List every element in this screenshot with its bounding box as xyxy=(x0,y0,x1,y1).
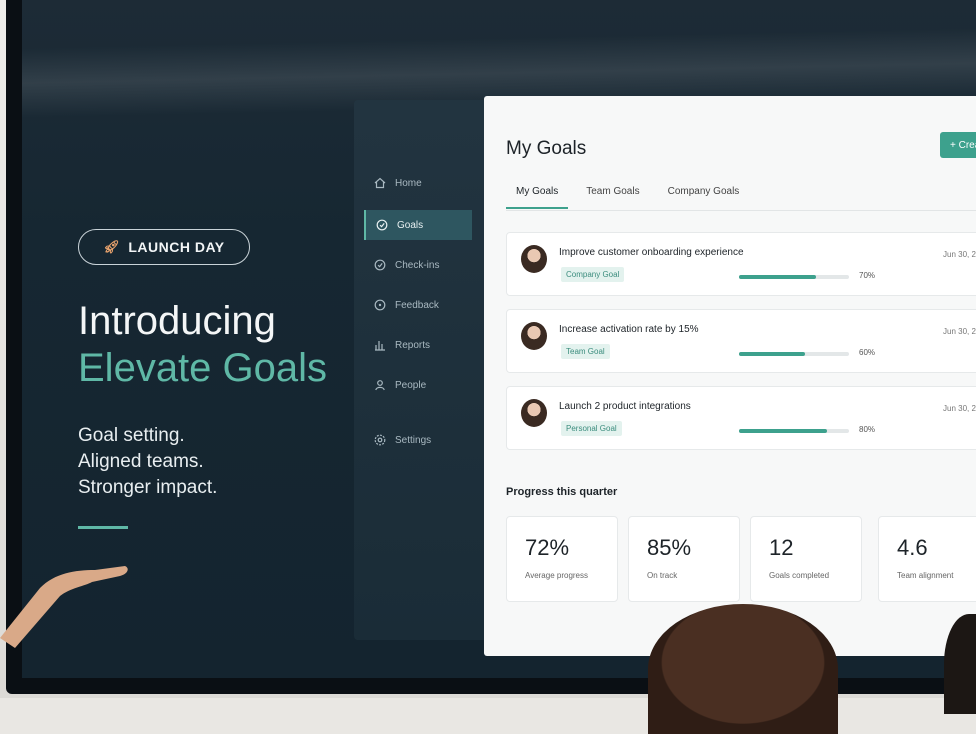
page-title: My Goals xyxy=(506,138,587,159)
sidebar-item-reports[interactable]: Reports xyxy=(364,330,472,360)
stat-label: Goals completed xyxy=(769,571,830,580)
rocket-icon: 🚀︎ xyxy=(103,239,121,254)
progress-fill xyxy=(739,429,827,433)
stat-card: 85% On track xyxy=(628,516,740,602)
home-icon xyxy=(374,177,386,189)
sidebar-item-label: Home xyxy=(395,177,422,189)
gear-icon xyxy=(374,434,386,446)
sidebar-item-label: Reports xyxy=(395,339,431,351)
sidebar-item-home[interactable]: Home xyxy=(364,168,472,198)
avatar xyxy=(521,322,547,350)
target-icon xyxy=(376,219,388,231)
goal-card[interactable]: Launch 2 product integrations Personal G… xyxy=(506,386,976,450)
goal-card[interactable]: Improve customer onboarding experience C… xyxy=(506,232,976,296)
stat-label: Team alignment xyxy=(897,571,954,580)
tab-team-goals[interactable]: Team Goals xyxy=(576,182,649,209)
hero-subtitle-line: Stronger impact. xyxy=(78,477,218,498)
launch-day-badge: 🚀︎ LAUNCH DAY xyxy=(78,229,250,265)
stat-card: 4.6 Team alignment xyxy=(878,516,976,602)
goal-title: Increase activation rate by 15% xyxy=(559,324,699,335)
progress-fill xyxy=(739,275,816,279)
sidebar-item-settings[interactable]: Settings xyxy=(364,425,472,455)
check-circle-icon xyxy=(374,259,386,271)
sidebar-item-check-ins[interactable]: Check-ins xyxy=(364,250,472,280)
create-goal-button[interactable]: + Crea xyxy=(940,132,976,158)
section-title: Progress this quarter xyxy=(506,486,618,498)
progress-bar xyxy=(739,275,849,279)
sidebar-item-label: People xyxy=(395,379,427,391)
goal-tag: Company Goal xyxy=(561,267,625,282)
stat-value: 72% xyxy=(525,535,570,560)
goal-title: Launch 2 product integrations xyxy=(559,401,691,412)
tabs-divider xyxy=(506,210,976,211)
hero-accent-rule xyxy=(78,526,128,529)
app-sidebar: Home Goals Check-ins Feedback Reports Pe… xyxy=(354,100,484,640)
sidebar-item-label: Goals xyxy=(397,219,424,231)
sidebar-item-feedback[interactable]: Feedback xyxy=(364,290,472,320)
progress-percent: 80% xyxy=(859,425,876,434)
stat-card: 12 Goals completed xyxy=(750,516,862,602)
person-icon xyxy=(375,380,385,391)
progress-percent: 70% xyxy=(859,271,876,280)
tv-frame: 🚀︎ LAUNCH DAY Introducing Elevate Goals … xyxy=(6,0,976,694)
progress-fill xyxy=(739,352,805,356)
hero-subtitle-line: Goal setting. xyxy=(78,425,185,446)
goal-tag: Team Goal xyxy=(561,344,610,359)
stat-card: 72% Average progress xyxy=(506,516,618,602)
presenter-hand xyxy=(0,566,128,648)
tv-screen: 🚀︎ LAUNCH DAY Introducing Elevate Goals … xyxy=(22,0,976,678)
bar-chart-icon xyxy=(375,341,385,351)
sidebar-item-label: Check-ins xyxy=(395,259,440,271)
audience-head xyxy=(648,604,838,734)
stat-label: Average progress xyxy=(525,571,588,580)
goal-due-date: Jun 30, 20 xyxy=(943,250,976,259)
goal-title: Improve customer onboarding experience xyxy=(559,247,744,258)
tab-company-goals[interactable]: Company Goals xyxy=(658,182,750,209)
sidebar-item-people[interactable]: People xyxy=(364,370,472,400)
tab-my-goals[interactable]: My Goals xyxy=(506,182,569,209)
hero-subtitle-line: Aligned teams. xyxy=(78,451,204,472)
hero-title-line1: Introducing xyxy=(78,299,276,343)
goal-card[interactable]: Increase activation rate by 15% Team Goa… xyxy=(506,309,976,373)
goal-due-date: Jun 30, 20 xyxy=(943,404,976,413)
progress-bar xyxy=(739,429,849,433)
avatar xyxy=(521,399,547,427)
sidebar-item-goals[interactable]: Goals xyxy=(364,210,472,240)
hero-title: Introducing Elevate Goals xyxy=(78,298,327,392)
chat-icon xyxy=(374,299,386,311)
stat-value: 85% xyxy=(647,535,692,560)
stat-value: 4.6 xyxy=(897,535,928,560)
sidebar-item-label: Feedback xyxy=(395,299,439,311)
hero-subtitle: Goal setting. Aligned teams. Stronger im… xyxy=(78,423,217,501)
goals-panel: My Goals + Crea My Goals Team Goals Comp… xyxy=(484,96,976,656)
stat-value: 12 xyxy=(769,535,794,560)
goal-due-date: Jun 30, 20 xyxy=(943,327,976,336)
goal-tag: Personal Goal xyxy=(561,421,622,436)
badge-label: LAUNCH DAY xyxy=(128,239,225,255)
goal-tabs: My Goals Team Goals Company Goals xyxy=(506,182,757,209)
progress-bar xyxy=(739,352,849,356)
avatar xyxy=(521,245,547,273)
sidebar-item-label: Settings xyxy=(395,434,432,446)
stat-label: On track xyxy=(647,571,678,580)
hero-title-line2: Elevate Goals xyxy=(78,346,328,390)
progress-percent: 60% xyxy=(859,348,876,357)
